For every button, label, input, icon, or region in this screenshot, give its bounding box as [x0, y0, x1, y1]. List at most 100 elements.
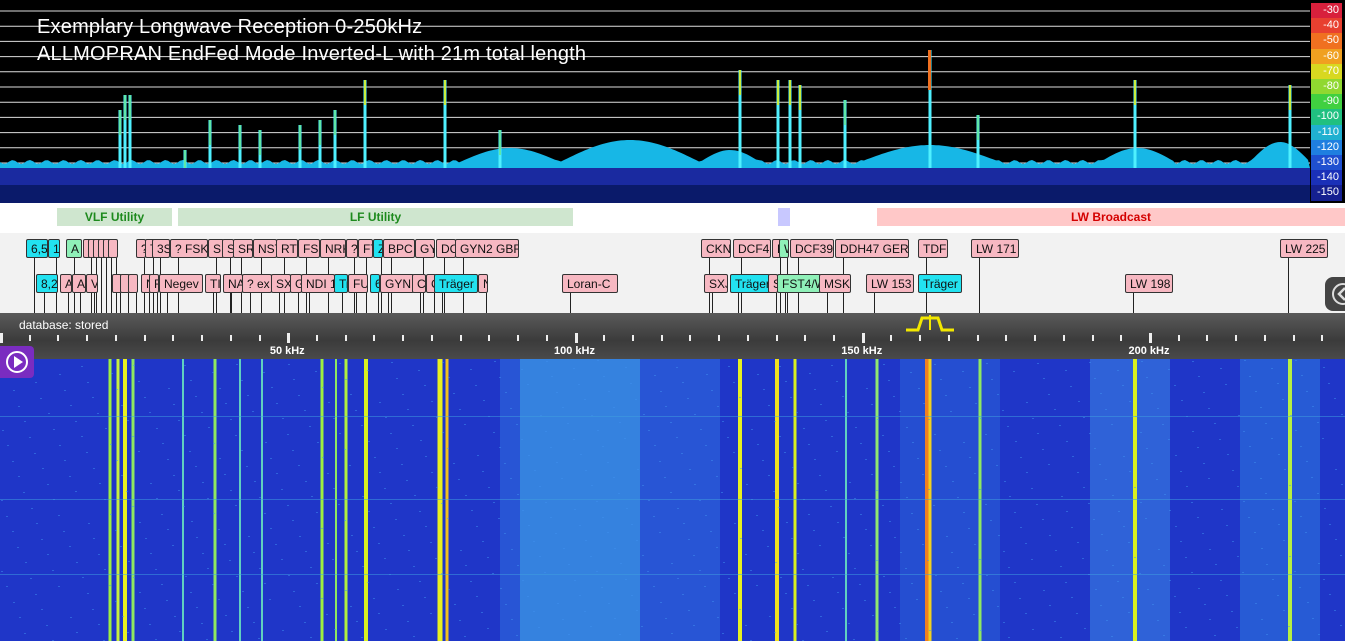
waterfall-noise: [962, 583, 964, 584]
station-label[interactable]: TDF: [918, 239, 948, 258]
band-lf-utility[interactable]: LF Utility: [178, 208, 573, 226]
station-label[interactable]: Träger: [434, 274, 478, 293]
waterfall-noise: [704, 586, 706, 587]
station-label[interactable]: Tr: [334, 274, 348, 293]
station-label[interactable]: Träger: [918, 274, 962, 293]
waterfall-noise: [563, 548, 565, 549]
waterfall-display[interactable]: [0, 359, 1345, 641]
station-label[interactable]: DDH47 GER: [835, 239, 909, 258]
station-label[interactable]: 3S: [152, 239, 170, 258]
waterfall-noise: [517, 494, 519, 495]
station-label[interactable]: R: [149, 274, 159, 293]
station-label[interactable]: [128, 274, 138, 293]
waterfall-noise: [705, 515, 707, 516]
waterfall-noise: [391, 362, 393, 363]
station-label[interactable]: C: [412, 274, 426, 293]
scale-tick: [1149, 333, 1152, 343]
station-label[interactable]: 6: [370, 274, 380, 293]
station-label[interactable]: ?: [346, 239, 358, 258]
station-label[interactable]: ? FSK: [170, 239, 208, 258]
side-panel-tab[interactable]: [1325, 277, 1345, 311]
band-lw-broadcast[interactable]: LW Broadcast: [877, 208, 1345, 226]
waterfall-noise: [213, 443, 215, 444]
station-label[interactable]: Loran-C: [562, 274, 618, 293]
station-label[interactable]: DC: [436, 239, 456, 258]
station-label[interactable]: RT2: [276, 239, 298, 258]
station-label[interactable]: LW 153: [866, 274, 914, 293]
frequency-scale[interactable]: database: stored 50 kHz 100 kHz 150 kHz 200…: [0, 313, 1345, 359]
station-label[interactable]: GYN: [380, 274, 414, 293]
station-label[interactable]: SX: [271, 274, 291, 293]
waterfall-noise: [956, 638, 958, 639]
waterfall-noise: [985, 504, 987, 505]
station-label[interactable]: BPC: [383, 239, 415, 258]
waterfall-noise: [848, 553, 850, 554]
waterfall-noise: [1306, 391, 1308, 392]
waterfall-noise: [504, 463, 506, 464]
waterfall-noise: [41, 609, 43, 610]
station-label[interactable]: A: [72, 274, 86, 293]
waterfall-noise: [779, 436, 781, 437]
station-label[interactable]: Träger: [730, 274, 770, 293]
waterfall-noise: [722, 421, 724, 422]
station-label[interactable]: V: [86, 274, 98, 293]
station-label[interactable]: DCF39: [790, 239, 834, 258]
waterfall-noise: [236, 364, 238, 365]
station-label[interactable]: FU: [348, 274, 368, 293]
station-label[interactable]: [108, 239, 118, 258]
waterfall-noise: [992, 590, 994, 591]
waterfall-noise: [1335, 539, 1337, 540]
station-label[interactable]: A: [66, 239, 82, 258]
station-label[interactable]: Negev: [159, 274, 203, 293]
station-label[interactable]: LW 225: [1280, 239, 1328, 258]
station-label[interactable]: NST: [253, 239, 277, 258]
band-unlabeled[interactable]: [778, 208, 790, 226]
station-label[interactable]: FT: [358, 239, 373, 258]
waterfall-noise: [922, 474, 924, 475]
waterfall-noise: [269, 599, 271, 600]
waterfall-noise: [952, 481, 954, 482]
station-label[interactable]: ? ex: [242, 274, 272, 293]
station-label[interactable]: Z: [373, 239, 383, 258]
waterfall-noise: [522, 580, 524, 581]
station-label[interactable]: GYN2 GBR: [455, 239, 519, 258]
station-label[interactable]: W: [779, 239, 789, 258]
station-label[interactable]: 6,5: [26, 239, 48, 258]
station-label[interactable]: LW 198: [1125, 274, 1173, 293]
station-label[interactable]: 8,2: [36, 274, 58, 293]
station-label[interactable]: NA: [223, 274, 243, 293]
waterfall-noise: [722, 633, 724, 634]
waterfall-noise: [1220, 368, 1222, 369]
station-label[interactable]: SXJ: [704, 274, 728, 293]
station-label[interactable]: GY: [415, 239, 435, 258]
station-label[interactable]: MSK: [819, 274, 851, 293]
waterfall-noise: [52, 570, 54, 571]
spectrum-display[interactable]: Exemplary Longwave Reception 0-250kHz AL…: [0, 0, 1345, 203]
station-label[interactable]: 1: [48, 239, 60, 258]
station-label[interactable]: FST4/W: [777, 274, 821, 293]
station-label[interactable]: TI: [205, 274, 221, 293]
waterfall-noise: [802, 569, 804, 570]
band-row: VLF Utility LF Utility LW Broadcast: [0, 203, 1345, 233]
waterfall-noise: [1147, 589, 1149, 590]
waterfall-noise: [1084, 628, 1086, 629]
station-label[interactable]: DCF49: [733, 239, 771, 258]
station-label-stem: [827, 293, 828, 313]
waterfall-noise: [93, 468, 95, 469]
station-label[interactable]: SR: [233, 239, 253, 258]
station-label[interactable]: LW 171: [971, 239, 1019, 258]
waterfall-noise: [1238, 415, 1240, 416]
station-label-stem: [128, 293, 129, 313]
band-vlf-utility[interactable]: VLF Utility: [57, 208, 172, 226]
waterfall-noise: [500, 588, 502, 589]
station-label[interactable]: N: [478, 274, 488, 293]
station-label[interactable]: NRK: [320, 239, 346, 258]
waterfall-noise: [1, 500, 3, 501]
station-label[interactable]: A: [60, 274, 72, 293]
station-label[interactable]: CKN: [701, 239, 731, 258]
station-label[interactable]: FSK: [298, 239, 320, 258]
station-label[interactable]: NDI 1: [301, 274, 335, 293]
passband-marker-icon[interactable]: [900, 311, 960, 333]
play-button[interactable]: [0, 346, 34, 378]
waterfall-noise: [1071, 597, 1073, 598]
